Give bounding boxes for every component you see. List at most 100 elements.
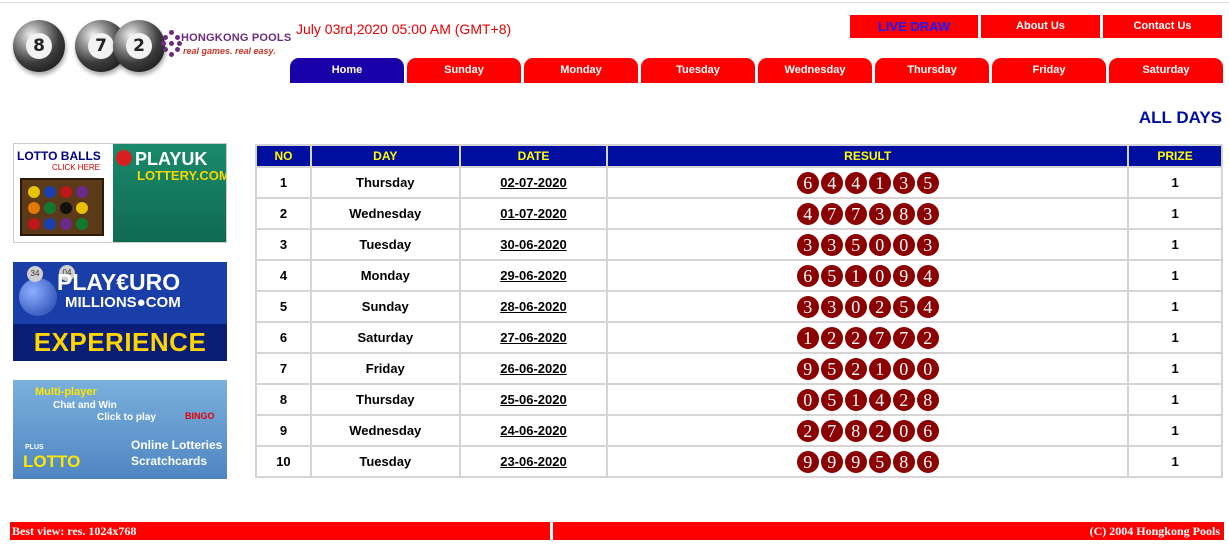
table-header-row: NO DAY DATE RESULT PRIZE (257, 146, 1221, 166)
banner-euromillions[interactable]: 34 04 PLAY€URO MILLIONS●COM EXPERIENCE (13, 262, 227, 361)
result-ball: 3 (916, 233, 939, 256)
row-day: Thursday (311, 385, 459, 414)
tab-tuesday[interactable]: Tuesday (641, 58, 755, 83)
result-ball: 5 (892, 295, 915, 318)
row-result: 122772 (608, 323, 1128, 352)
result-ball: 0 (868, 233, 891, 256)
result-ball: 4 (916, 264, 939, 287)
row-day: Sunday (311, 292, 459, 321)
tab-saturday[interactable]: Saturday (1109, 58, 1223, 83)
result-ball: 1 (868, 171, 891, 194)
contact-us-link[interactable]: Contact Us (1103, 15, 1222, 38)
col-header-day: DAY (311, 146, 459, 166)
row-date-cell: 29-06-2020 (460, 261, 607, 290)
banner-plus-lotto[interactable]: Multi-player Chat and Win Click to play … (13, 380, 227, 479)
result-ball: 4 (820, 171, 843, 194)
tab-thursday[interactable]: Thursday (875, 58, 989, 83)
row-prize: 1 (1129, 230, 1221, 259)
row-prize: 1 (1129, 447, 1221, 476)
row-date-cell: 30-06-2020 (460, 230, 607, 259)
globe-icon (19, 278, 57, 316)
row-date-link[interactable]: 29-06-2020 (500, 268, 567, 283)
result-ball: 0 (892, 233, 915, 256)
about-us-link[interactable]: About Us (981, 15, 1100, 38)
result-ball: 6 (796, 171, 819, 194)
result-ball: 6 (916, 419, 939, 442)
result-ball: 4 (868, 388, 891, 411)
result-ball: 5 (820, 264, 843, 287)
row-date-cell: 25-06-2020 (460, 385, 607, 414)
col-header-date: DATE (460, 146, 607, 166)
row-prize: 1 (1129, 168, 1221, 197)
result-ball: 5 (820, 388, 843, 411)
tab-home[interactable]: Home (290, 58, 404, 83)
row-date-link[interactable]: 01-07-2020 (500, 206, 567, 221)
row-day: Monday (311, 261, 459, 290)
row-result: 051428 (608, 385, 1128, 414)
banner-lotto-balls-left: LOTTO BALLS CLICK HERE (14, 144, 113, 242)
row-date-link[interactable]: 24-06-2020 (500, 423, 567, 438)
footer-best-view: Best view: res. 1024x768 (10, 522, 550, 540)
logo-ball-number: 7 (88, 33, 114, 59)
result-ball: 2 (844, 357, 867, 380)
result-ball: 4 (796, 202, 819, 225)
result-ball: 6 (916, 450, 939, 473)
row-day: Wednesday (311, 416, 459, 445)
result-ball: 3 (868, 202, 891, 225)
result-ball: 8 (916, 388, 939, 411)
result-ball: 0 (868, 264, 891, 287)
banner-title: LOTTO BALLS (17, 149, 101, 163)
site-logo[interactable]: 8 7 2 HONGKONG POOLS real games. real ea… (13, 18, 292, 80)
row-result: 278206 (608, 416, 1128, 445)
col-header-result: RESULT (608, 146, 1128, 166)
result-ball: 7 (820, 202, 843, 225)
row-date-cell: 26-06-2020 (460, 354, 607, 383)
row-prize: 1 (1129, 261, 1221, 290)
banner-chat-win: Chat and Win (53, 400, 117, 411)
result-ball: 2 (844, 326, 867, 349)
row-day: Wednesday (311, 199, 459, 228)
page-title: ALL DAYS (1138, 108, 1222, 127)
current-datetime: July 03rd,2020 05:00 AM (GMT+8) (296, 21, 512, 37)
row-date-link[interactable]: 30-06-2020 (500, 237, 567, 252)
live-draw-link[interactable]: LIVE DRAW (850, 15, 978, 38)
result-ball: 2 (892, 388, 915, 411)
result-ball: 5 (868, 450, 891, 473)
tab-monday[interactable]: Monday (524, 58, 638, 83)
result-ball: 3 (892, 171, 915, 194)
logo-ball-number: 2 (126, 33, 152, 59)
result-ball: 9 (844, 450, 867, 473)
result-ball: 9 (820, 450, 843, 473)
row-date-cell: 23-06-2020 (460, 447, 607, 476)
lottery-ball-icon (116, 150, 132, 166)
table-row: 3 Tuesday 30-06-2020 3 3 5 0 0 3 1 (257, 230, 1221, 259)
brand-tagline: real games. real easy. (183, 46, 276, 56)
row-day: Friday (311, 354, 459, 383)
ball-icon: 34 (27, 266, 43, 282)
table-row: 5 Sunday 28-06-2020 3 3 0 2 5 4 1 (257, 292, 1221, 321)
tab-wednesday[interactable]: Wednesday (758, 58, 872, 83)
row-day: Saturday (311, 323, 459, 352)
row-date-link[interactable]: 25-06-2020 (500, 392, 567, 407)
tab-friday[interactable]: Friday (992, 58, 1106, 83)
result-ball: 1 (796, 326, 819, 349)
result-ball: 2 (916, 326, 939, 349)
logo-ball-2: 2 (113, 20, 165, 72)
brand-name: HONGKONG POOLS (181, 32, 292, 44)
row-date-link[interactable]: 28-06-2020 (500, 299, 567, 314)
result-ball: 5 (844, 233, 867, 256)
row-date-link[interactable]: 23-06-2020 (500, 454, 567, 469)
row-date-link[interactable]: 26-06-2020 (500, 361, 567, 376)
row-date-link[interactable]: 02-07-2020 (500, 175, 567, 190)
tab-sunday[interactable]: Sunday (407, 58, 521, 83)
results-body: 1 Thursday 02-07-2020 6 4 4 1 3 5 1 2 Wednesday 01-0… (257, 168, 1221, 476)
result-ball: 0 (844, 295, 867, 318)
row-date-cell: 01-07-2020 (460, 199, 607, 228)
result-ball: 2 (868, 419, 891, 442)
result-ball: 3 (796, 295, 819, 318)
row-number: 7 (257, 354, 310, 383)
row-date-link[interactable]: 27-06-2020 (500, 330, 567, 345)
banner-lotto-balls[interactable]: LOTTO BALLS CLICK HERE PLAYUK LOTTERY.CO… (13, 143, 227, 243)
result-ball: 5 (916, 171, 939, 194)
banner-click-here: CLICK HERE (52, 163, 101, 172)
